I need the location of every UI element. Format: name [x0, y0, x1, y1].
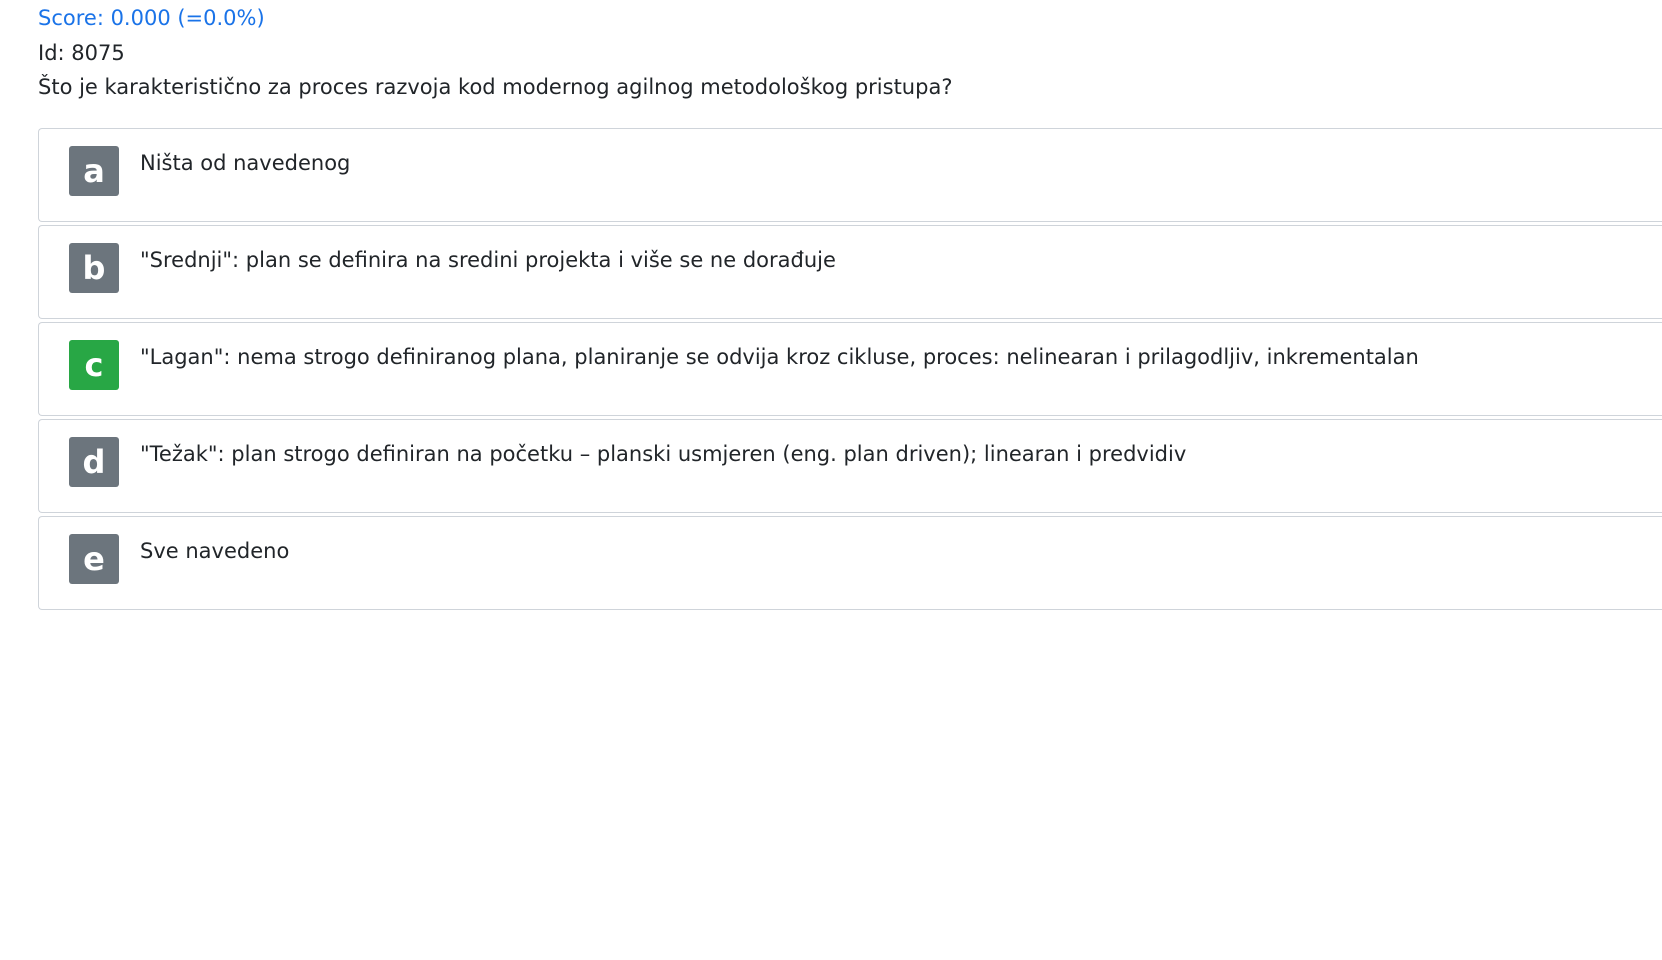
answer-option-d[interactable]: d "Težak": plan strogo definiran na poče… [38, 419, 1662, 513]
option-letter-badge: b [69, 243, 119, 293]
option-letter-badge-correct: c [69, 340, 119, 390]
option-letter-badge: d [69, 437, 119, 487]
question-text: Što je karakteristično za proces razvoja… [38, 75, 953, 99]
option-text: Ništa od navedenog [140, 151, 351, 175]
answer-options: a Ništa od navedenog b "Srednji": plan s… [38, 128, 1662, 613]
option-letter-badge: a [69, 146, 119, 196]
answer-option-a[interactable]: a Ništa od navedenog [38, 128, 1662, 222]
answer-option-e[interactable]: e Sve navedeno [38, 516, 1662, 610]
option-text: "Težak": plan strogo definiran na početk… [140, 442, 1187, 466]
option-letter-badge: e [69, 534, 119, 584]
answer-option-c[interactable]: c "Lagan": nema strogo definiranog plana… [38, 322, 1662, 416]
quiz-page: Score: 0.000 (=0.0%) Id: 8075 Što je kar… [0, 0, 1662, 960]
question-id: Id: 8075 [38, 41, 125, 65]
option-text: Sve navedeno [140, 539, 290, 563]
option-text: "Srednji": plan se definira na sredini p… [140, 248, 836, 272]
answer-option-b[interactable]: b "Srednji": plan se definira na sredini… [38, 225, 1662, 319]
option-text: "Lagan": nema strogo definiranog plana, … [140, 345, 1419, 369]
score-link[interactable]: Score: 0.000 (=0.0%) [38, 4, 265, 32]
